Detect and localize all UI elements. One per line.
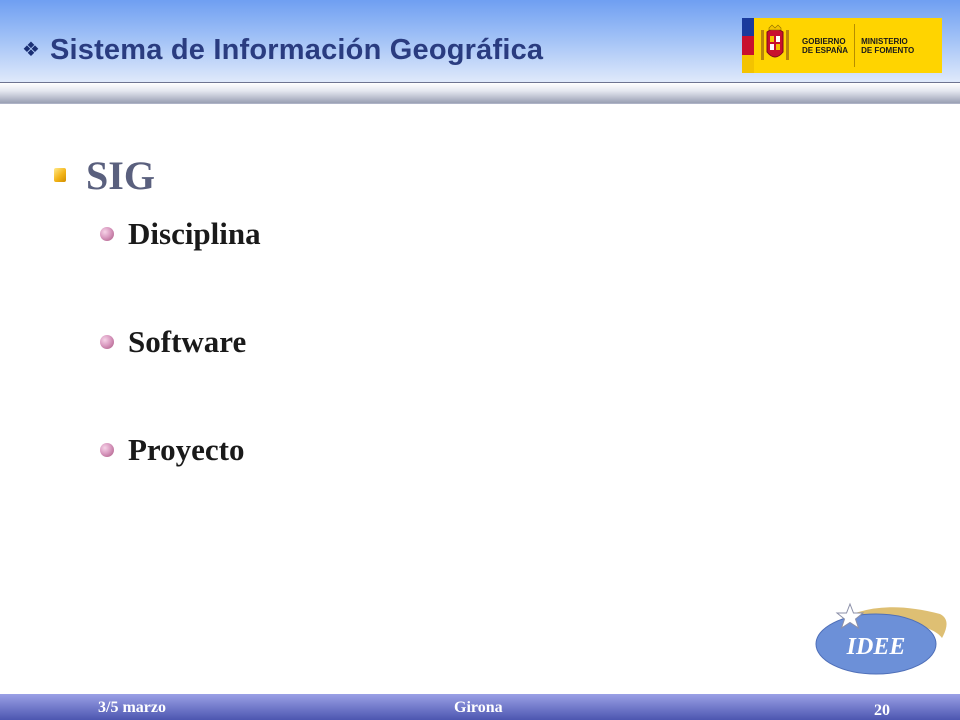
- slide-footer: 3/5 marzo Girona 20: [0, 694, 960, 720]
- list-item-label: Disciplina: [128, 216, 261, 251]
- pink-sphere-bullet-icon: [100, 335, 114, 349]
- pink-sphere-bullet-icon: [100, 227, 114, 241]
- footer-place: Girona: [454, 699, 503, 716]
- page-number: 20: [874, 702, 890, 719]
- heading-row: SIG: [54, 150, 155, 200]
- gold-square-bullet-icon: [54, 168, 66, 182]
- idee-badge-text: IDEE: [846, 634, 906, 660]
- footer-date: 3/5 marzo: [98, 699, 166, 716]
- list-item: Proyecto: [100, 430, 244, 470]
- idee-logo: IDEE: [815, 602, 947, 675]
- pink-sphere-bullet-icon: [100, 443, 114, 457]
- list-item-label: Software: [128, 324, 247, 359]
- list-item: Disciplina: [100, 214, 261, 254]
- slide-heading: SIG: [86, 152, 155, 198]
- list-item-label: Proyecto: [128, 432, 245, 467]
- list-item: Software: [100, 322, 246, 362]
